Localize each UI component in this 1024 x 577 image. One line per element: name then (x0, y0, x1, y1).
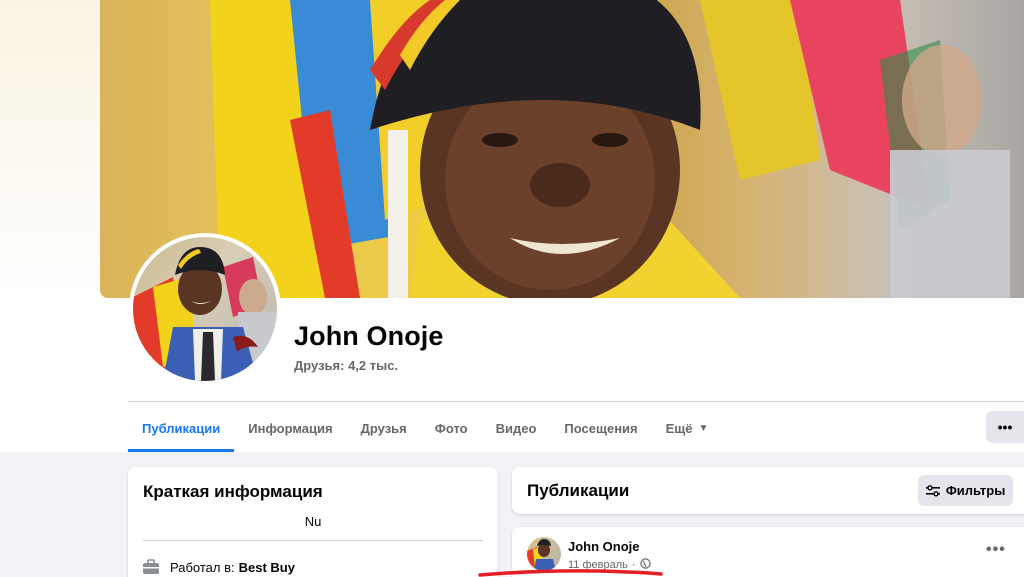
caret-down-icon: ▼ (698, 422, 709, 434)
tab-more-label: Ещё (665, 420, 693, 436)
intro-bio: Nu (304, 514, 322, 529)
posts-title: Публикации (527, 481, 630, 500)
work-info: Работал в: Best Buy (142, 559, 295, 575)
post-author-name[interactable]: John Onoje (568, 539, 640, 554)
intro-divider (143, 540, 483, 541)
tab-videos[interactable]: Видео (482, 404, 551, 452)
profile-avatar[interactable] (129, 233, 281, 385)
tab-photos[interactable]: Фото (421, 404, 482, 452)
friends-count[interactable]: Друзья: 4,2 тыс. (294, 358, 398, 373)
header-divider (128, 401, 1024, 402)
header-left-backdrop (0, 0, 102, 298)
profile-tabs: Публикации Информация Друзья Фото Видео … (128, 404, 722, 452)
filter-sliders-icon (925, 484, 940, 497)
tab-friends[interactable]: Друзья (347, 404, 421, 452)
filters-label: Фильтры (945, 483, 1006, 498)
posts-header-card: Публикации Фильтры (512, 467, 1024, 514)
tab-check-ins[interactable]: Посещения (550, 404, 651, 452)
intro-title: Краткая информация (143, 482, 323, 501)
tab-more[interactable]: Ещё ▼ (652, 404, 723, 452)
post-options-button[interactable]: ••• (986, 541, 1006, 559)
briefcase-icon (142, 559, 160, 575)
profile-name: John Onoje (294, 321, 444, 351)
post-author-avatar[interactable] (527, 537, 561, 571)
intro-card: Краткая информация Nu Работал в: Best Bu… (128, 467, 498, 577)
red-underline-annotation (478, 569, 663, 577)
work-prefix: Работал в: (170, 559, 235, 575)
work-company-link[interactable]: Best Buy (239, 560, 295, 575)
filters-button[interactable]: Фильтры (918, 475, 1013, 506)
profile-more-button[interactable]: ••• (986, 411, 1024, 443)
tab-about[interactable]: Информация (234, 404, 346, 452)
tab-posts[interactable]: Публикации (128, 404, 235, 452)
